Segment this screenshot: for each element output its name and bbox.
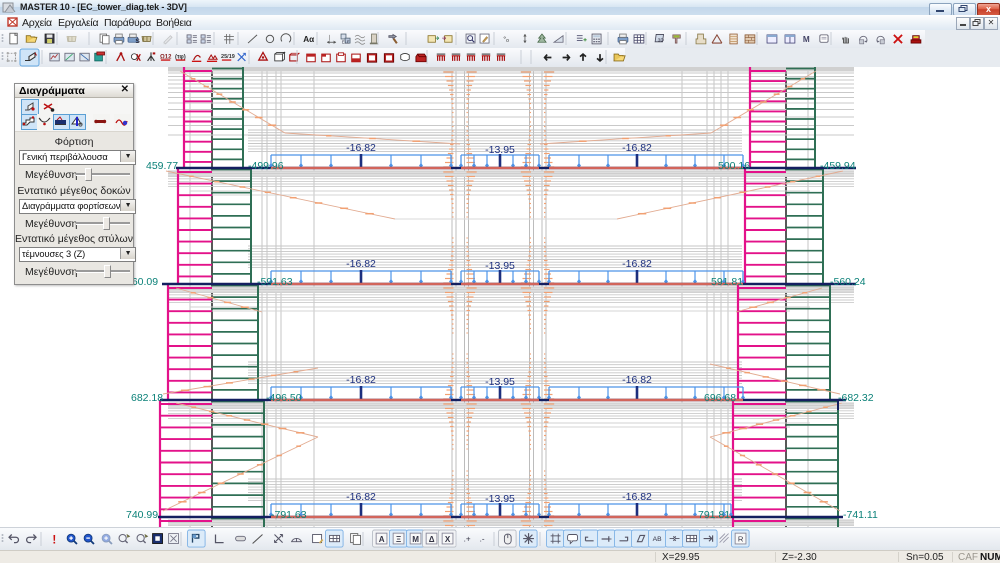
svg-text:-741.11: -741.11 bbox=[843, 509, 878, 521]
svg-text:R: R bbox=[738, 535, 744, 544]
svg-text:459.77: 459.77 bbox=[146, 160, 178, 172]
svg-text:X: X bbox=[445, 535, 451, 544]
svg-text:-791.63: -791.63 bbox=[271, 509, 307, 521]
svg-text:-16.82: -16.82 bbox=[346, 374, 376, 386]
svg-text:-16.82: -16.82 bbox=[622, 258, 652, 270]
svg-text:-13.95: -13.95 bbox=[485, 144, 515, 156]
svg-text:25/19: 25/19 bbox=[221, 54, 235, 60]
svg-text:ELE: ELE bbox=[342, 39, 350, 44]
svg-text:-560.24: -560.24 bbox=[830, 276, 866, 288]
svg-text:-13.95: -13.95 bbox=[485, 376, 515, 388]
svg-text:M: M bbox=[803, 35, 810, 44]
svg-text:-459.94: -459.94 bbox=[820, 160, 856, 172]
svg-text:.-: .- bbox=[480, 535, 485, 544]
svg-text:-16.82: -16.82 bbox=[346, 491, 376, 503]
svg-text:740.99: 740.99 bbox=[126, 509, 158, 521]
svg-text:.+: .+ bbox=[464, 535, 471, 544]
svg-text:-591.63: -591.63 bbox=[257, 276, 293, 288]
svg-text:-16.82: -16.82 bbox=[622, 491, 652, 503]
svg-text:-16.82: -16.82 bbox=[622, 142, 652, 154]
svg-text:-13.95: -13.95 bbox=[485, 493, 515, 505]
svg-text:M: M bbox=[412, 535, 419, 544]
svg-text:500.16: 500.16 bbox=[718, 160, 750, 172]
svg-text:-499.96: -499.96 bbox=[248, 160, 284, 172]
svg-text:!: ! bbox=[52, 534, 56, 547]
svg-text:Ξ: Ξ bbox=[396, 535, 401, 544]
svg-text:682.18: 682.18 bbox=[131, 392, 163, 404]
svg-text:-496.50: -496.50 bbox=[266, 392, 302, 404]
svg-text:-682.32: -682.32 bbox=[838, 392, 874, 404]
svg-text:°ₒ: °ₒ bbox=[503, 34, 509, 43]
svg-text:-16.82: -16.82 bbox=[346, 142, 376, 154]
svg-text:591.81: 591.81 bbox=[711, 276, 743, 288]
svg-text:-16.82: -16.82 bbox=[622, 374, 652, 386]
svg-text:AB: AB bbox=[653, 536, 663, 543]
svg-text:-16.82: -16.82 bbox=[346, 258, 376, 270]
svg-text:696.68: 696.68 bbox=[704, 392, 736, 404]
svg-text:3D: 3D bbox=[658, 37, 665, 43]
svg-text:A: A bbox=[379, 535, 385, 544]
svg-text:Δ: Δ bbox=[429, 535, 435, 544]
svg-text:-13.95: -13.95 bbox=[485, 260, 515, 272]
svg-text:791.81: 791.81 bbox=[698, 509, 730, 521]
svg-text:Aα: Aα bbox=[303, 35, 314, 44]
svg-text:S: S bbox=[135, 38, 140, 45]
